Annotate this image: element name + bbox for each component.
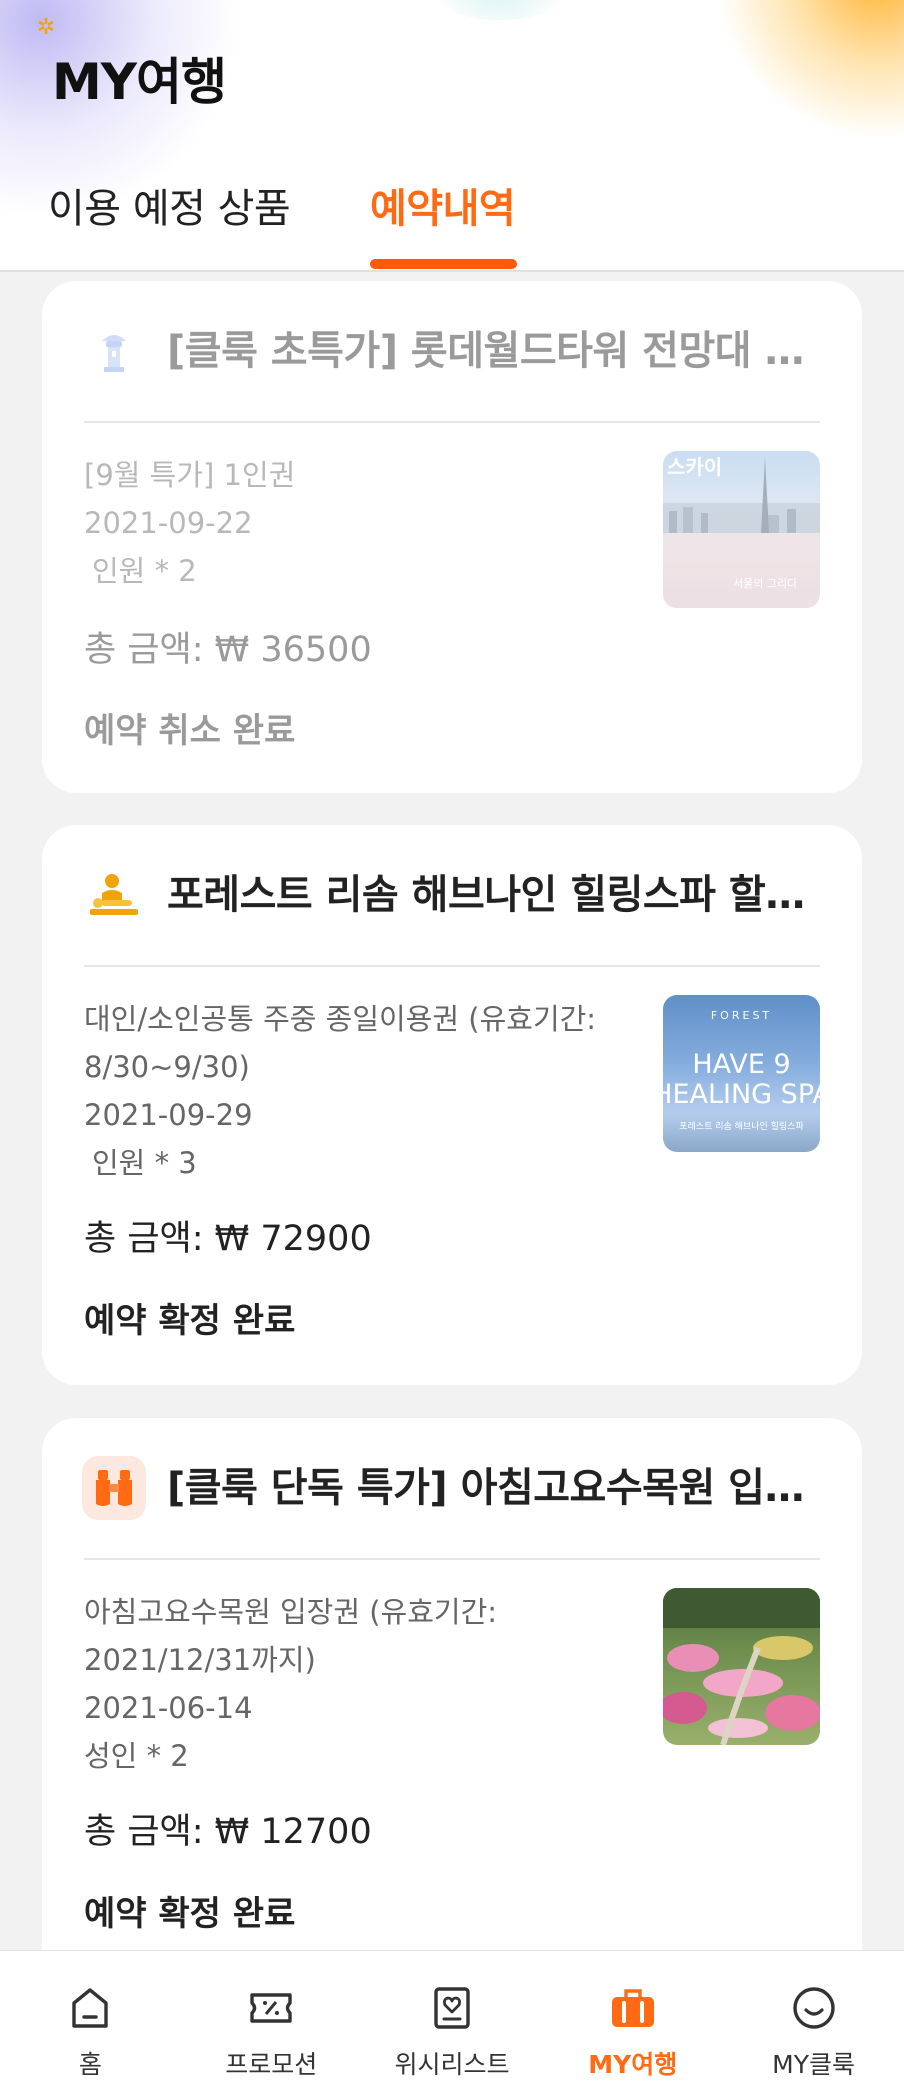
nav-label: MY클룩 [772, 2050, 855, 2079]
thumbnail-caption: 스카이 [667, 455, 723, 479]
page-title: MY여행 [52, 53, 227, 111]
header-divider [0, 270, 904, 272]
tower-icon [82, 319, 146, 383]
thumbnail-headline: HAVE 9 [692, 1049, 791, 1080]
product-thumbnail[interactable] [663, 1588, 820, 1745]
product-thumbnail[interactable]: FOREST HAVE 9 HEALING SPA 포레스트 리솜 해브나인 힐… [663, 995, 820, 1152]
booking-total: 총 금액: ₩ 72900 [84, 1219, 372, 1259]
massage-icon [82, 863, 146, 927]
header-gradient-right [714, 0, 904, 140]
nav-wishlist[interactable]: 위시리스트 [362, 1951, 543, 2098]
product-thumbnail[interactable]: 스카이 서울의 그리다 [663, 451, 820, 608]
option-line: 대인/소인공통 주중 종일이용권 (유효기간: [84, 1002, 597, 1036]
booking-card[interactable]: [클룩 단독 특가] 아침고요수목원 입장... 아침고요수목원 입장권 (유효… [42, 1418, 862, 2018]
tab-history[interactable]: 예약내역 [370, 176, 516, 234]
booking-date: 2021-09-22 [84, 506, 253, 540]
screen: ✲ MY여행 이용 예정 상품 예약내역 [클룩 초특가] 롯데월드타워 전망대… [0, 0, 904, 2098]
nav-label: MY여행 [588, 2050, 678, 2079]
tab-upcoming[interactable]: 이용 예정 상품 [48, 176, 291, 234]
booking-title[interactable]: [클룩 단독 특가] 아침고요수목원 입장... [167, 1456, 827, 1520]
nav-my-klook[interactable]: MY클룩 [723, 1951, 904, 2098]
booking-status: 예약 취소 완료 [84, 711, 296, 751]
tab-active-indicator [370, 259, 517, 269]
booking-details: 대인/소인공통 주중 종일이용권 (유효기간: 8/30~9/30) 2021-… [84, 995, 644, 1187]
nav-label: 위시리스트 [394, 2050, 510, 2079]
suitcase-icon [611, 1989, 654, 2027]
option-line: 8/30~9/30) [84, 1050, 250, 1084]
binoculars-icon [82, 1456, 146, 1520]
nav-home[interactable]: 홈 [0, 1951, 181, 2098]
booking-people: 인원 * 2 [92, 554, 197, 588]
booking-total: 총 금액: ₩ 12700 [84, 1812, 372, 1852]
card-divider [84, 421, 820, 423]
option-line: [9월 특가] 1인권 [84, 458, 296, 492]
option-line: 아침고요수목원 입장권 (유효기간: [84, 1595, 498, 1629]
nav-label: 홈 [78, 2050, 102, 2079]
home-icon [72, 1988, 109, 2028]
booking-people: 성인 * 2 [84, 1739, 189, 1773]
booking-date: 2021-06-14 [84, 1691, 253, 1725]
booking-total: 총 금액: ₩ 36500 [84, 630, 372, 670]
header: ✲ MY여행 이용 예정 상품 예약내역 [0, 0, 904, 272]
thumbnail-subcaption: 서울의 그리다 [733, 577, 798, 590]
card-divider [84, 1558, 820, 1560]
booking-card[interactable]: [클룩 초특가] 롯데월드타워 전망대 서... [9월 특가] 1인권 202… [42, 281, 862, 793]
nav-promotion[interactable]: 프로모션 [181, 1951, 362, 2098]
thumbnail-headline-2: HEALING SPA [663, 1079, 820, 1110]
thumbnail-brand: FOREST [710, 1009, 773, 1022]
sparkle-icon: ✲ [36, 15, 56, 40]
wishlist-icon [434, 1987, 470, 2029]
booking-status: 예약 확정 완료 [84, 1894, 296, 1934]
booking-details: [9월 특가] 1인권 2021-09-22 인원 * 2 [84, 451, 644, 595]
coupon-icon [250, 1993, 292, 2023]
header-gradient-top [410, 0, 590, 20]
option-line: 2021/12/31까지) [84, 1643, 316, 1677]
booking-card[interactable]: 포레스트 리솜 해브나인 힐링스파 할인... 대인/소인공통 주중 종일이용권… [42, 825, 862, 1385]
smile-icon [792, 1987, 835, 2029]
booking-people: 인원 * 3 [92, 1146, 197, 1180]
thumbnail-caption: 포레스트 리솜 해브나인 힐링스파 [679, 1122, 804, 1132]
booking-title[interactable]: 포레스트 리솜 해브나인 힐링스파 할인... [167, 863, 827, 927]
booking-status: 예약 확정 완료 [84, 1301, 296, 1341]
nav-label: 프로모션 [225, 2050, 318, 2079]
bottom-navigation: 홈 프로모션 위시리스트 MY여행 MY클룩 [0, 1950, 904, 2098]
booking-title[interactable]: [클룩 초특가] 롯데월드타워 전망대 서... [167, 319, 827, 383]
booking-date: 2021-09-29 [84, 1098, 253, 1132]
card-divider [84, 965, 820, 967]
nav-my-travel[interactable]: MY여행 [542, 1951, 723, 2098]
booking-details: 아침고요수목원 입장권 (유효기간: 2021/12/31까지) 2021-06… [84, 1588, 644, 1780]
